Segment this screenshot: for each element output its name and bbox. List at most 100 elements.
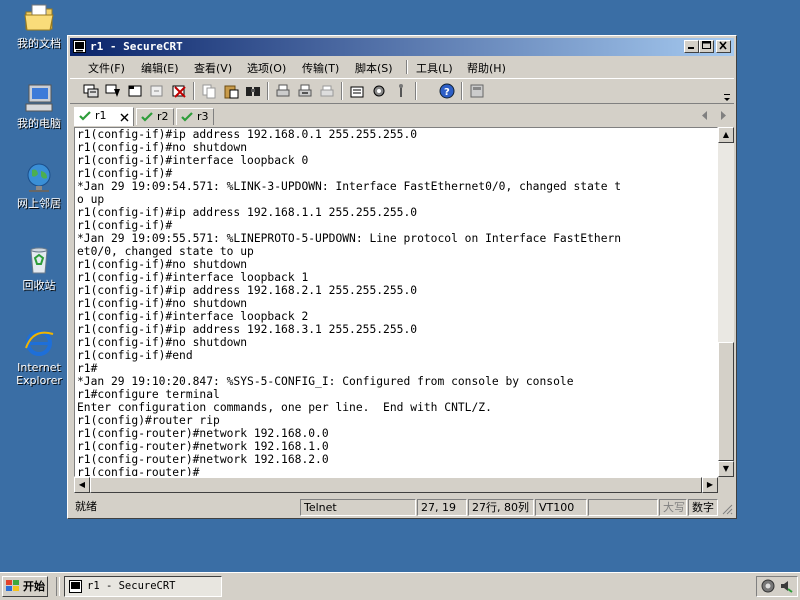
desktop-icon-label: 我的电脑 xyxy=(17,117,61,130)
desktop-icon-network-places[interactable]: 网上邻居 xyxy=(6,162,72,210)
securecrt-window: r1 - SecureCRT 文件(F) 编辑(E) 查看(V) 选项(O) 传… xyxy=(67,35,737,519)
tab-scroll-left-icon[interactable] xyxy=(701,111,709,120)
terminal-line: r1(config-router)#network 192.168.1.0 xyxy=(77,440,329,453)
tab-label: r1 xyxy=(95,109,107,122)
taskbar-item-securecrt[interactable]: r1 - SecureCRT xyxy=(64,576,222,597)
terminal-line: r1(config-router)#network 192.168.0.0 xyxy=(77,427,329,440)
toolbar-overflow-icon[interactable] xyxy=(723,93,731,101)
menu-transfer[interactable]: 传输(T) xyxy=(302,60,339,76)
terminal-line: Enter configuration commands, one per li… xyxy=(77,401,492,414)
terminal-line: r1(config-if)#end xyxy=(77,349,193,362)
terminal-output[interactable]: r1(config-if)#ip address 192.168.0.1 255… xyxy=(74,127,718,477)
toolbar: ? xyxy=(70,78,734,104)
close-tab-icon[interactable] xyxy=(120,113,129,122)
help-icon[interactable]: ? xyxy=(439,83,455,99)
connected-check-icon xyxy=(141,112,153,122)
title-bar[interactable]: r1 - SecureCRT xyxy=(70,38,734,56)
volume-tray-icon[interactable] xyxy=(779,579,793,593)
menu-separator xyxy=(406,60,408,74)
close-button[interactable] xyxy=(716,40,731,53)
connected-check-icon xyxy=(181,112,193,122)
copy-icon[interactable] xyxy=(201,83,217,99)
terminal-line: r1(config-router)#network 192.168.2.0 xyxy=(77,453,329,466)
connect-icon[interactable] xyxy=(83,83,99,99)
tab-scroll-right-icon[interactable] xyxy=(719,111,727,120)
scroll-left-button[interactable]: ◀ xyxy=(74,477,90,493)
paste-icon[interactable] xyxy=(223,83,239,99)
toolbar-separator xyxy=(341,82,343,100)
terminal-text: r1(config-if)#ip address 192.168.0.1 255… xyxy=(75,128,717,477)
status-protocol: Telnet xyxy=(300,499,416,516)
desktop-icon-my-documents[interactable]: 我的文档 xyxy=(6,2,72,50)
scroll-right-button[interactable]: ▶ xyxy=(702,477,718,493)
menu-help[interactable]: 帮助(H) xyxy=(467,60,506,76)
terminal-line: r1(config-if)#ip address 192.168.2.1 255… xyxy=(77,284,418,297)
system-tray xyxy=(756,576,798,597)
session-manager-icon[interactable] xyxy=(469,83,485,99)
status-bar: 就绪 Telnet 27, 19 27行, 80列 VT100 大写 数字 xyxy=(70,498,734,518)
menu-script[interactable]: 脚本(S) xyxy=(355,60,393,76)
securecrt-app-icon xyxy=(69,580,82,593)
menu-view[interactable]: 查看(V) xyxy=(194,60,232,76)
tab-r2[interactable]: r2 xyxy=(136,108,174,125)
svg-text:?: ? xyxy=(444,87,450,98)
menu-tools[interactable]: 工具(L) xyxy=(416,60,453,76)
terminal-line: o up xyxy=(77,193,105,206)
session-options-icon[interactable] xyxy=(349,83,365,99)
taskbar: 开始 r1 - SecureCRT xyxy=(0,572,800,600)
print-selection-icon[interactable] xyxy=(297,83,313,99)
menu-file[interactable]: 文件(F) xyxy=(88,60,125,76)
desktop-icon-recycle-bin[interactable]: 回收站 xyxy=(6,244,72,292)
scroll-thumb[interactable] xyxy=(718,342,734,461)
global-options-icon[interactable] xyxy=(371,83,387,99)
status-empty-pane xyxy=(588,499,658,516)
terminal-line: r1(config-if)# xyxy=(77,219,173,232)
terminal-line: *Jan 29 19:09:54.571: %LINK-3-UPDOWN: In… xyxy=(77,180,622,193)
network-places-icon xyxy=(27,163,51,192)
desktop-icon-my-computer[interactable]: 我的电脑 xyxy=(6,82,72,130)
desktop-icon-internet-explorer[interactable]: Internet Explorer xyxy=(6,326,72,387)
tab-r1[interactable]: r1 xyxy=(74,107,134,126)
terminal-line: r1(config)#router rip xyxy=(77,414,220,427)
terminal-line: et0/0, changed state to up xyxy=(77,245,254,258)
terminal-line: r1(config-if)#no shutdown xyxy=(77,336,248,349)
terminal-line: r1(config-if)#no shutdown xyxy=(77,258,248,271)
toolbar-separator xyxy=(415,82,417,100)
terminal-line: r1(config-if)#interface loopback 2 xyxy=(77,310,309,323)
my-documents-icon xyxy=(24,4,54,31)
menu-options[interactable]: 选项(O) xyxy=(247,60,286,76)
minimize-button[interactable] xyxy=(684,40,699,53)
toolbar-separator xyxy=(461,82,463,100)
quick-connect-icon[interactable] xyxy=(105,83,121,99)
find-icon[interactable] xyxy=(245,83,261,99)
network-tray-icon[interactable] xyxy=(761,579,775,593)
maximize-button[interactable] xyxy=(699,40,714,53)
disconnect-icon[interactable] xyxy=(171,83,187,99)
scroll-down-button[interactable]: ▼ xyxy=(718,461,734,477)
start-label: 开始 xyxy=(23,580,45,593)
connect-in-tab-icon[interactable] xyxy=(127,83,143,99)
menu-edit[interactable]: 编辑(E) xyxy=(141,60,179,76)
terminal-line: r1(config-if)#interface loopback 1 xyxy=(77,271,309,284)
status-ready: 就绪 xyxy=(75,500,97,513)
scroll-thumb-horizontal[interactable] xyxy=(90,477,702,493)
printer-setup-icon[interactable] xyxy=(319,83,335,99)
windows-logo-icon xyxy=(6,580,19,591)
resize-grip-icon[interactable] xyxy=(721,503,733,515)
terminal-line: *Jan 29 19:09:55.571: %LINEPROTO-5-UPDOW… xyxy=(77,232,622,245)
horizontal-scrollbar[interactable]: ◀ ▶ xyxy=(74,477,718,493)
scroll-up-button[interactable]: ▲ xyxy=(718,127,734,143)
terminal-line: r1(config-if)#ip address 192.168.0.1 255… xyxy=(77,128,418,141)
tab-r3[interactable]: r3 xyxy=(176,108,214,125)
connected-check-icon xyxy=(79,111,91,121)
terminal-line: r1(config-if)#no shutdown xyxy=(77,141,248,154)
desktop-icon-label: 我的文档 xyxy=(17,37,61,50)
reconnect-icon[interactable] xyxy=(149,83,165,99)
keymap-icon[interactable] xyxy=(393,83,409,99)
window-title: r1 - SecureCRT xyxy=(90,40,183,53)
print-icon[interactable] xyxy=(275,83,291,99)
start-button[interactable]: 开始 xyxy=(2,576,48,597)
vertical-scrollbar[interactable]: ▲ ▼ xyxy=(718,127,734,477)
session-tab-bar: r1 r2 r3 xyxy=(70,106,734,126)
terminal-line: r1(config-router)# xyxy=(77,466,200,477)
